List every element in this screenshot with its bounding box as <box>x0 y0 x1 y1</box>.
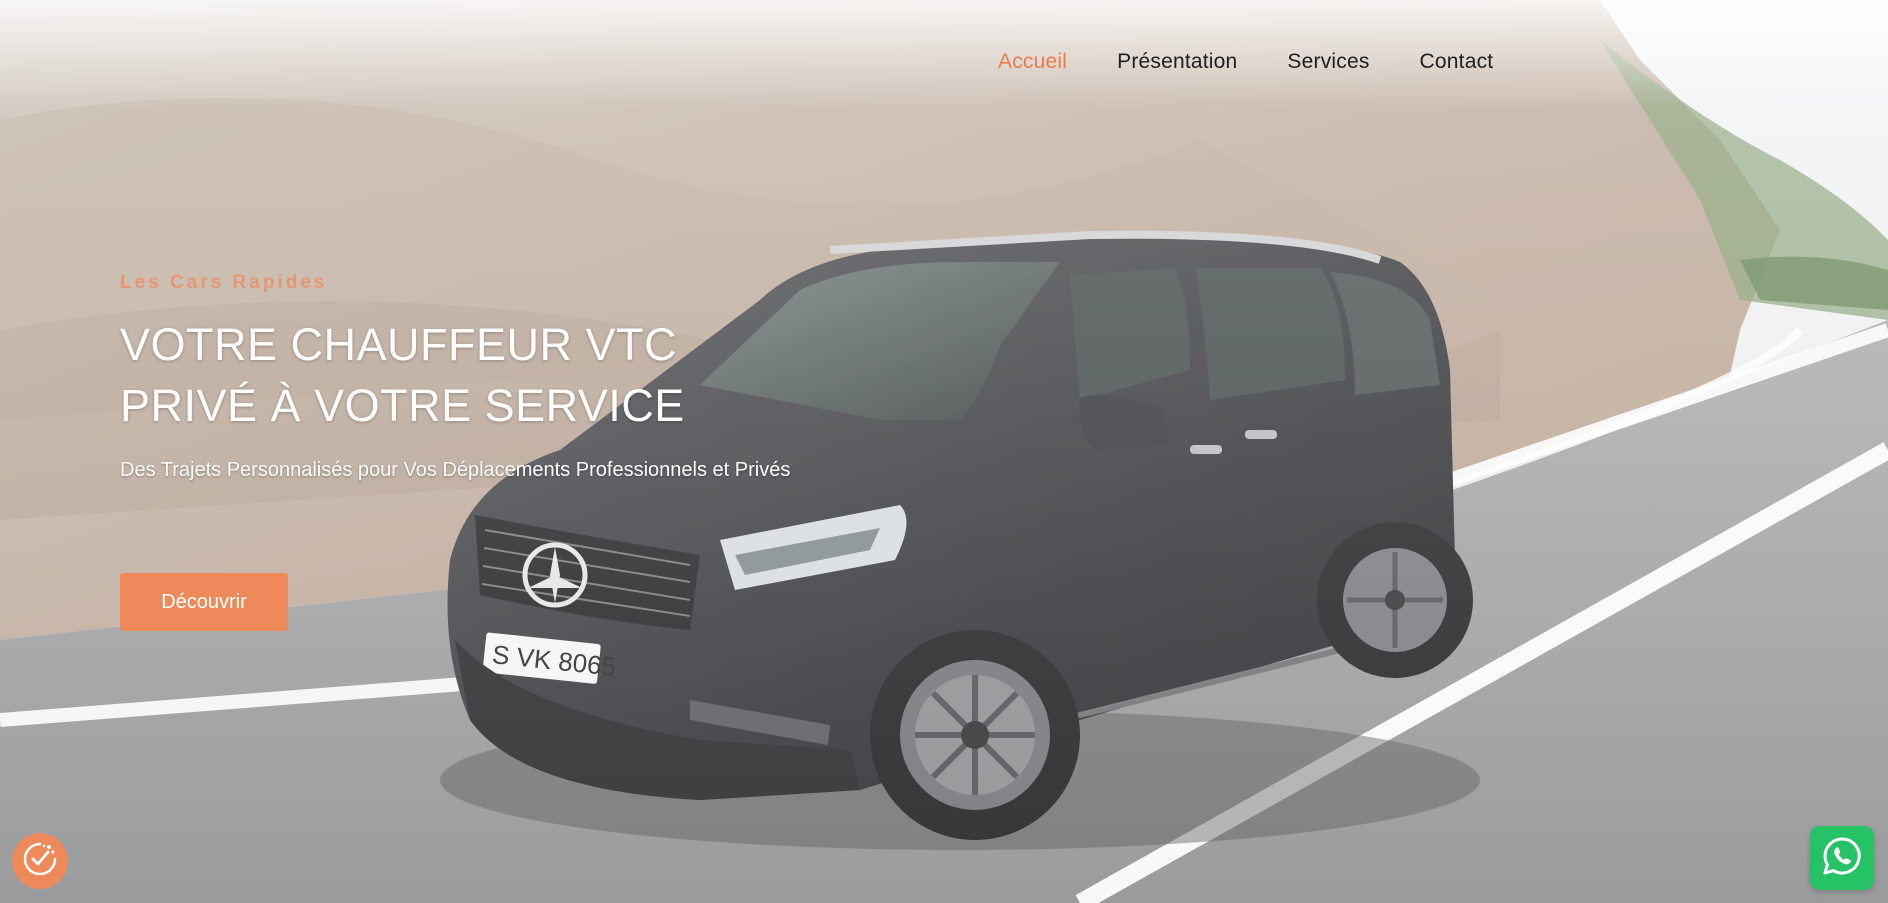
hero-section: S VK 8065 <box>0 0 1888 903</box>
hero-headline-line-2: PRIVÉ À VOTRE SERVICE <box>120 380 685 431</box>
cookie-consent-button[interactable] <box>12 833 68 889</box>
discover-button[interactable]: Découvrir <box>120 573 288 631</box>
hero-headline-line-1: VOTRE CHAUFFEUR VTC <box>120 319 678 370</box>
whatsapp-icon <box>1820 834 1864 883</box>
main-nav: Accueil Présentation Services Contact <box>998 50 1543 74</box>
hero-subline: Des Trajets Personnalisés pour Vos Dépla… <box>120 459 791 481</box>
cookie-consent-icon <box>22 841 58 882</box>
nav-item-services[interactable]: Services <box>1287 50 1369 74</box>
nav-item-accueil[interactable]: Accueil <box>998 50 1067 74</box>
hero-headline: VOTRE CHAUFFEUR VTC PRIVÉ À VOTRE SERVIC… <box>120 314 685 436</box>
whatsapp-button[interactable] <box>1810 826 1874 890</box>
nav-item-contact[interactable]: Contact <box>1420 50 1494 74</box>
nav-item-presentation[interactable]: Présentation <box>1117 50 1237 74</box>
hero-eyebrow: Les Cars Rapides <box>120 272 328 293</box>
